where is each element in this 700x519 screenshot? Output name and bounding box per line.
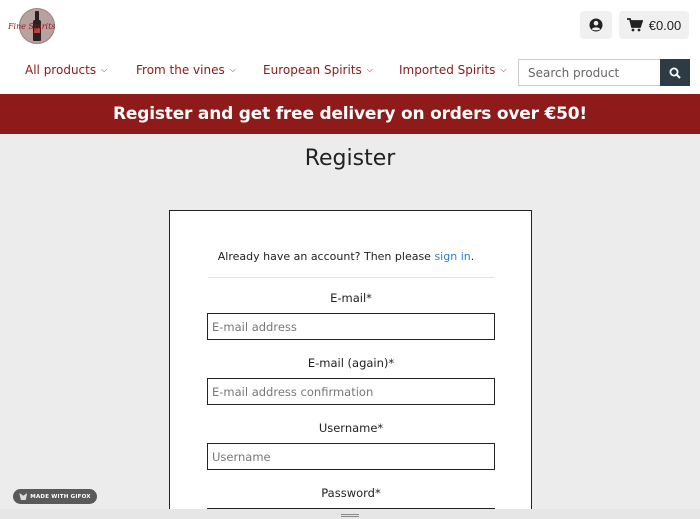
page-title: Register	[304, 146, 396, 171]
signin-link[interactable]: sign in	[434, 250, 470, 263]
nav-item-european-spirits[interactable]: European Spirits ⌵	[263, 63, 373, 77]
logo-text: Fine Spirits	[8, 22, 56, 31]
password-label: Password*	[321, 486, 381, 500]
main-nav: All products ⌵ From the vines ⌵ European…	[0, 63, 520, 83]
nav-item-all-products[interactable]: All products ⌵	[25, 63, 107, 77]
username-field[interactable]	[207, 443, 495, 470]
search-button[interactable]	[660, 59, 690, 86]
nav-item-label: European Spirits	[263, 63, 362, 77]
chevron-down-icon: ⌵	[366, 65, 373, 74]
username-label: Username*	[318, 421, 384, 435]
nav-item-label: Imported Spirits	[399, 63, 496, 77]
divider	[208, 277, 494, 278]
signin-prefix: Already have an account? Then please	[217, 250, 431, 263]
drag-handle-icon[interactable]	[341, 514, 359, 517]
fox-icon	[19, 493, 28, 500]
search-icon	[669, 67, 681, 79]
cart-total: €0.00	[648, 17, 682, 33]
chevron-down-icon: ⌵	[101, 65, 108, 74]
search-input[interactable]	[518, 59, 660, 86]
email-confirm-field[interactable]	[207, 378, 495, 405]
made-with-badge: MADE WITH GIFOX	[13, 489, 97, 504]
site-header: Fine Spirits €0.00 All products ⌵ From t…	[0, 0, 700, 94]
nav-item-label: All products	[25, 63, 97, 77]
nav-item-from-the-vines[interactable]: From the vines ⌵	[136, 63, 236, 77]
chevron-down-icon: ⌵	[229, 65, 236, 74]
register-form-card: Already have an account? Then please sig…	[169, 210, 532, 519]
search-box	[518, 59, 690, 86]
chevron-down-icon: ⌵	[500, 65, 507, 74]
shopping-cart-icon	[626, 18, 643, 32]
signin-prompt: Already have an account? Then please sig…	[208, 250, 484, 263]
user-circle-icon	[589, 18, 603, 32]
site-logo[interactable]: Fine Spirits	[8, 8, 64, 44]
badge-text: MADE WITH GIFOX	[30, 493, 91, 500]
email-field[interactable]	[207, 313, 495, 340]
signin-suffix: .	[470, 250, 475, 263]
promo-banner: Register and get free delivery on orders…	[0, 94, 700, 134]
nav-item-label: From the vines	[136, 63, 225, 77]
cart-button[interactable]: €0.00	[619, 11, 689, 39]
email-confirm-label: E-mail (again)*	[307, 356, 395, 370]
email-label: E-mail*	[330, 291, 372, 305]
nav-item-imported-spirits[interactable]: Imported Spirits ⌵	[399, 63, 507, 77]
account-button[interactable]	[580, 11, 612, 39]
